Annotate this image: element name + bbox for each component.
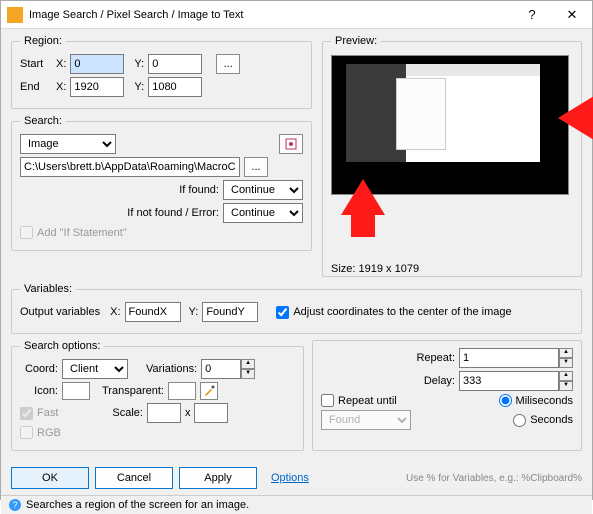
ms-radio[interactable]	[499, 394, 512, 407]
eyedropper-icon	[203, 385, 215, 397]
if-found-select[interactable]: Continue	[223, 180, 303, 200]
icon-swatch[interactable]	[62, 382, 90, 400]
rgb-label: RGB	[37, 427, 61, 439]
help-button[interactable]: ?	[512, 1, 552, 29]
transparent-label: Transparent:	[102, 385, 164, 397]
variations-up[interactable]: ▲	[241, 359, 255, 369]
footer-hint: Use % for Variables, e.g.: %Clipboard%	[406, 473, 582, 484]
end-y-input[interactable]	[148, 77, 202, 97]
cancel-button[interactable]: Cancel	[95, 467, 173, 489]
variables-group: Variables: Output variables X: Y: Adjust…	[11, 283, 582, 334]
found-x-input[interactable]	[125, 302, 181, 322]
browse-button[interactable]: ...	[244, 157, 268, 177]
apply-button[interactable]: Apply	[179, 467, 257, 489]
coord-label: Coord:	[20, 363, 58, 375]
delay-down[interactable]: ▼	[559, 381, 573, 391]
if-not-found-select[interactable]: Continue	[223, 203, 303, 223]
dialog-window: Image Search / Pixel Search / Image to T…	[0, 0, 593, 500]
capture-icon	[285, 138, 297, 150]
preview-size-label: Size: 1919 x 1079	[331, 263, 573, 275]
repeat-up[interactable]: ▲	[559, 348, 573, 358]
repeat-until-checkbox[interactable]	[321, 394, 334, 407]
variables-legend: Variables:	[20, 283, 76, 295]
close-button[interactable]: ✕	[552, 1, 592, 29]
annotation-arrow-right	[558, 96, 593, 140]
file-capture-button[interactable]	[279, 134, 303, 154]
sec-label: Seconds	[530, 414, 573, 426]
var-x-label: X:	[110, 306, 120, 318]
scale-w-input[interactable]	[147, 403, 181, 423]
region-group: Region: Start X: Y: ... End X: Y:	[11, 35, 312, 109]
region-picker-button[interactable]: ...	[216, 54, 240, 74]
search-options-group: Search options: Coord: Client Variations…	[11, 340, 304, 451]
preview-image	[331, 55, 569, 195]
delay-label: Delay:	[424, 375, 455, 387]
delay-input[interactable]	[459, 371, 559, 391]
if-found-label: If found:	[179, 184, 219, 196]
start-x-input[interactable]	[70, 54, 124, 74]
if-not-found-label: If not found / Error:	[127, 207, 219, 219]
scale-label: Scale:	[112, 407, 143, 419]
ok-button[interactable]: OK	[11, 467, 89, 489]
eyedropper-button[interactable]	[200, 382, 218, 400]
info-icon: ?	[9, 499, 21, 511]
end-x-input[interactable]	[70, 77, 124, 97]
search-type-select[interactable]: Image	[20, 134, 116, 154]
window-title: Image Search / Pixel Search / Image to T…	[29, 9, 512, 21]
image-path-input[interactable]	[20, 157, 240, 177]
rgb-checkbox	[20, 426, 33, 439]
y-label: Y:	[134, 58, 144, 70]
repeat-down[interactable]: ▼	[559, 358, 573, 368]
ms-label: Miliseconds	[516, 395, 573, 407]
start-label: Start	[20, 58, 52, 70]
repeat-group: Repeat: ▲▼ Delay: ▲▼ Repeat until Milise…	[312, 340, 582, 451]
delay-up[interactable]: ▲	[559, 371, 573, 381]
search-legend: Search:	[20, 115, 66, 127]
search-options-legend: Search options:	[20, 340, 104, 352]
scale-x-label: x	[185, 407, 191, 419]
variations-down[interactable]: ▼	[241, 369, 255, 379]
add-if-checkbox	[20, 226, 33, 239]
variations-label: Variations:	[146, 363, 197, 375]
preview-legend: Preview:	[331, 35, 381, 47]
repeat-input[interactable]	[459, 348, 559, 368]
variations-input[interactable]	[201, 359, 241, 379]
coord-select[interactable]: Client	[62, 359, 128, 379]
transparent-swatch[interactable]	[168, 382, 196, 400]
options-link[interactable]: Options	[271, 472, 309, 484]
x-label: X:	[56, 58, 66, 70]
x-label-2: X:	[56, 81, 66, 93]
preview-group: Preview: Size: 1919 x 1079	[322, 35, 582, 277]
search-group: Search: Image ...	[11, 115, 312, 251]
found-y-input[interactable]	[202, 302, 258, 322]
repeat-until-label: Repeat until	[338, 395, 397, 407]
adjust-center-checkbox[interactable]	[276, 306, 289, 319]
app-icon	[7, 7, 23, 23]
adjust-center-label: Adjust coordinates to the center of the …	[293, 306, 511, 318]
repeat-until-select: Found	[321, 410, 411, 430]
scale-h-input[interactable]	[194, 403, 228, 423]
icon-label: Icon:	[20, 385, 58, 397]
fast-checkbox	[20, 407, 33, 420]
add-if-label: Add "If Statement"	[37, 227, 127, 239]
start-y-input[interactable]	[148, 54, 202, 74]
fast-label: Fast	[37, 407, 58, 419]
end-label: End	[20, 81, 52, 93]
titlebar: Image Search / Pixel Search / Image to T…	[1, 1, 592, 29]
annotation-arrow-up	[341, 179, 385, 215]
output-vars-label: Output variables	[20, 306, 100, 318]
sec-radio[interactable]	[513, 414, 526, 427]
repeat-label: Repeat:	[416, 352, 455, 364]
region-legend: Region:	[20, 35, 66, 47]
y-label-2: Y:	[134, 81, 144, 93]
footer: OK Cancel Apply Options Use % for Variab…	[1, 461, 592, 495]
status-text: Searches a region of the screen for an i…	[26, 499, 249, 511]
status-bar: ? Searches a region of the screen for an…	[1, 495, 592, 514]
var-y-label: Y:	[189, 306, 199, 318]
